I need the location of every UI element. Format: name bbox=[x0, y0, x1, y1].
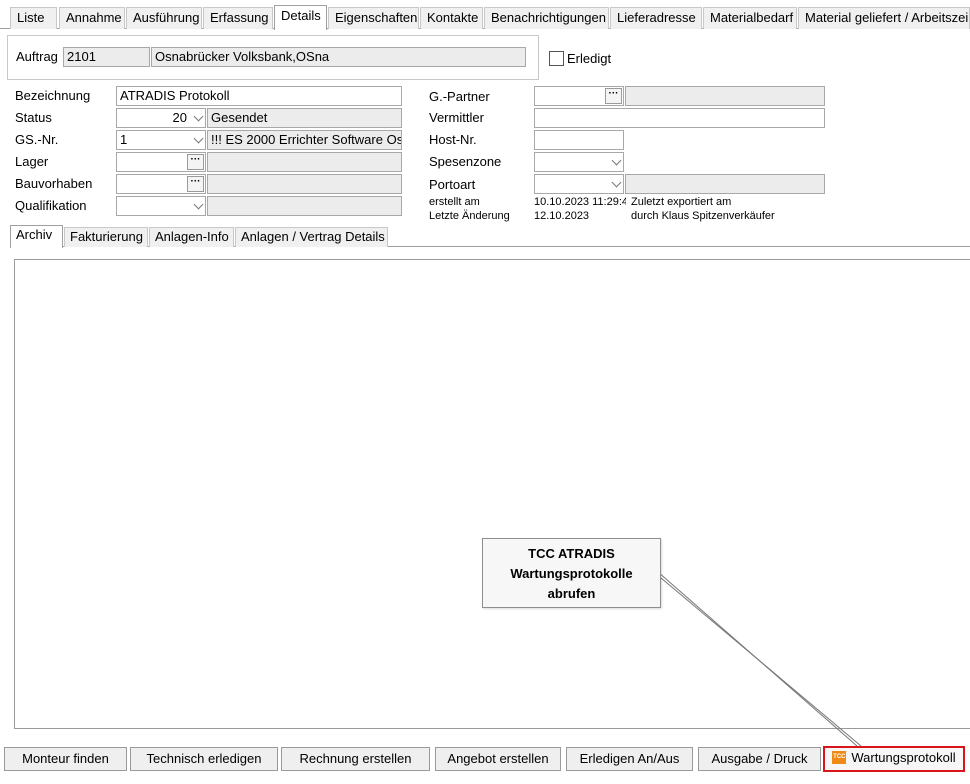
portoart-text-field bbox=[625, 174, 825, 194]
export-label: Zuletzt exportiert am bbox=[631, 196, 732, 208]
qualifikation-label: Qualifikation bbox=[15, 198, 87, 213]
spesenzone-label: Spesenzone bbox=[429, 154, 502, 169]
callout-line1: TCC ATRADIS bbox=[528, 546, 615, 561]
bauvorhaben-label: Bauvorhaben bbox=[15, 176, 93, 191]
chevron-down-icon bbox=[193, 111, 204, 122]
portoart-label: Portoart bbox=[429, 177, 476, 192]
callout-line3: abrufen bbox=[547, 586, 596, 601]
host-nr-label: Host-Nr. bbox=[429, 132, 477, 147]
bezeichnung-field[interactable]: ATRADIS Protokoll bbox=[116, 86, 402, 106]
chevron-down-icon bbox=[611, 177, 622, 188]
lager-text-field bbox=[207, 152, 402, 172]
aenderung-label: Letzte Änderung bbox=[429, 210, 510, 222]
gs-nr-select[interactable]: 1 bbox=[116, 130, 206, 150]
vermittler-label: Vermittler bbox=[429, 110, 484, 125]
tab-anlagen-vertrag-details[interactable]: Anlagen / Vertrag Details bbox=[235, 227, 388, 247]
chevron-down-icon bbox=[193, 133, 204, 144]
lager-field[interactable]: ··· bbox=[116, 152, 206, 172]
spesenzone-select[interactable] bbox=[534, 152, 624, 172]
tab-material-geliefert[interactable]: Material geliefert / Arbeitszei bbox=[798, 7, 970, 29]
qualifikation-select[interactable] bbox=[116, 196, 206, 216]
tab-annahme[interactable]: Annahme bbox=[59, 7, 125, 29]
tab-fakturierung[interactable]: Fakturierung bbox=[64, 227, 148, 247]
g-partner-text-field bbox=[625, 86, 825, 106]
auftrag-number-field[interactable]: 2101 bbox=[63, 47, 150, 67]
callout-box: TCC ATRADIS Wartungsprotokolle abrufen bbox=[482, 538, 661, 608]
host-nr-field[interactable] bbox=[534, 130, 624, 150]
bauvorhaben-text-field bbox=[207, 174, 402, 194]
status-select[interactable]: 20 bbox=[116, 108, 206, 128]
erstellt-value: 10.10.2023 11:29:4 bbox=[534, 196, 626, 208]
sub-tab-bar: Archiv Fakturierung Anlagen-Info Anlagen… bbox=[10, 225, 970, 248]
gs-nr-code: 1 bbox=[120, 132, 128, 147]
wartungsprotokoll-label: Wartungsprotokoll bbox=[851, 750, 956, 765]
tab-ausfuehrung[interactable]: Ausführung bbox=[126, 7, 202, 29]
tab-lieferadresse[interactable]: Lieferadresse bbox=[610, 7, 702, 29]
chevron-down-icon bbox=[611, 155, 622, 166]
gs-nr-label: GS.-Nr. bbox=[15, 132, 59, 147]
qualifikation-text-field bbox=[207, 196, 402, 216]
erledigen-an-aus-button[interactable]: Erledigen An/Aus bbox=[566, 747, 693, 771]
auftrag-name-field[interactable]: Osnabrücker Volksbank,OSna bbox=[151, 47, 526, 67]
bezeichnung-label: Bezeichnung bbox=[15, 88, 91, 103]
tab-materialbedarf[interactable]: Materialbedarf bbox=[703, 7, 797, 29]
ausgabe-druck-button[interactable]: Ausgabe / Druck bbox=[698, 747, 821, 771]
browse-icon[interactable]: ··· bbox=[187, 176, 204, 192]
angebot-erstellen-button[interactable]: Angebot erstellen bbox=[435, 747, 561, 771]
browse-icon[interactable]: ··· bbox=[605, 88, 622, 104]
tab-anlagen-info[interactable]: Anlagen-Info bbox=[149, 227, 234, 247]
tcc-icon: TCC bbox=[832, 751, 847, 765]
erledigt-label: Erledigt bbox=[567, 51, 612, 66]
portoart-select[interactable] bbox=[534, 174, 624, 194]
tab-archiv[interactable]: Archiv bbox=[10, 225, 63, 248]
callout-line2: Wartungsprotokolle bbox=[510, 566, 633, 581]
auftrag-label: Auftrag bbox=[16, 49, 58, 64]
tab-eigenschaften[interactable]: Eigenschaften bbox=[328, 7, 419, 29]
aenderung-by: durch Klaus Spitzenverkäufer bbox=[631, 210, 775, 222]
status-label: Status bbox=[15, 110, 52, 125]
erledigt-checkbox[interactable] bbox=[549, 51, 564, 66]
lager-label: Lager bbox=[15, 154, 49, 169]
tab-kontakte[interactable]: Kontakte bbox=[420, 7, 483, 29]
g-partner-label: G.-Partner bbox=[429, 89, 490, 104]
erstellt-label: erstellt am bbox=[429, 196, 480, 208]
archive-panel bbox=[14, 259, 970, 729]
g-partner-field[interactable]: ··· bbox=[534, 86, 624, 106]
chevron-down-icon bbox=[193, 199, 204, 210]
top-tab-bar: Liste Annahme Ausführung Erfassung Detai… bbox=[0, 5, 970, 30]
status-code: 20 bbox=[172, 110, 187, 125]
browse-icon[interactable]: ··· bbox=[187, 154, 204, 170]
status-text-field: Gesendet bbox=[207, 108, 402, 128]
rechnung-erstellen-button[interactable]: Rechnung erstellen bbox=[281, 747, 430, 771]
tab-erfassung[interactable]: Erfassung bbox=[203, 7, 273, 29]
aenderung-value: 12.10.2023 bbox=[534, 210, 590, 222]
vermittler-field[interactable] bbox=[534, 108, 825, 128]
tab-details[interactable]: Details bbox=[274, 5, 327, 30]
wartungsprotokoll-button[interactable]: TCC Wartungsprotokoll bbox=[823, 746, 965, 772]
gs-nr-text-field: !!! ES 2000 Errichter Software Osr bbox=[207, 130, 402, 150]
technisch-erledigen-button[interactable]: Technisch erledigen bbox=[130, 747, 278, 771]
monteur-finden-button[interactable]: Monteur finden bbox=[4, 747, 127, 771]
tab-benachrichtigungen[interactable]: Benachrichtigungen bbox=[484, 7, 609, 29]
tab-liste[interactable]: Liste bbox=[10, 7, 57, 29]
bauvorhaben-field[interactable]: ··· bbox=[116, 174, 206, 194]
